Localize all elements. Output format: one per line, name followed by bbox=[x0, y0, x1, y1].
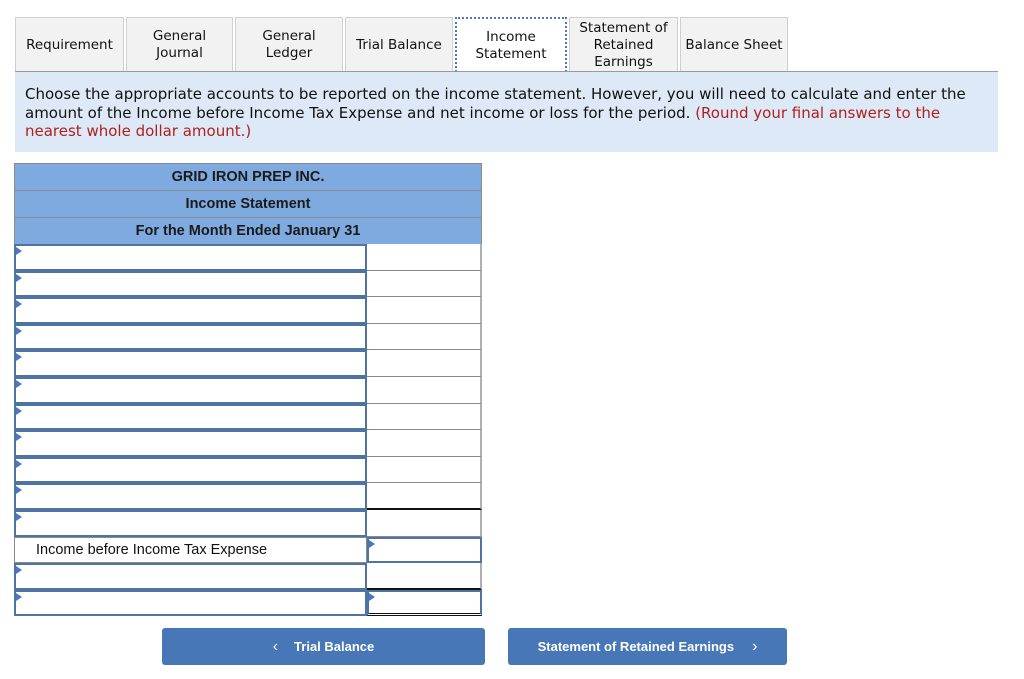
account-row bbox=[14, 509, 482, 537]
account-row bbox=[14, 376, 482, 404]
account-select[interactable] bbox=[14, 403, 367, 431]
account-rows-after bbox=[14, 563, 482, 617]
account-select[interactable] bbox=[14, 563, 367, 590]
dropdown-flag-icon bbox=[16, 273, 22, 282]
dropdown-flag-icon bbox=[16, 300, 22, 309]
next-button-label: Statement of Retained Earnings bbox=[537, 639, 735, 654]
account-select[interactable] bbox=[14, 297, 367, 324]
account-row bbox=[14, 270, 482, 298]
tab-label: Trial Balance bbox=[356, 36, 442, 53]
prev-button-label: Trial Balance bbox=[294, 639, 375, 654]
amount-input[interactable] bbox=[367, 350, 482, 377]
account-row bbox=[14, 483, 482, 510]
account-row bbox=[14, 323, 482, 351]
dropdown-flag-icon bbox=[369, 539, 375, 548]
dropdown-flag-icon bbox=[16, 247, 22, 255]
account-select[interactable] bbox=[14, 589, 367, 617]
amount-input[interactable] bbox=[367, 589, 482, 617]
dropdown-flag-icon bbox=[16, 592, 22, 601]
amount-input[interactable] bbox=[367, 483, 482, 510]
account-select[interactable] bbox=[14, 483, 367, 510]
amount-input[interactable] bbox=[367, 403, 482, 431]
dropdown-flag-icon bbox=[16, 326, 22, 335]
tab-statement-of-retained-earnings[interactable]: Statement of Retained Earnings bbox=[569, 17, 678, 72]
account-select[interactable] bbox=[14, 430, 367, 457]
account-row bbox=[14, 350, 482, 377]
dropdown-flag-icon bbox=[16, 512, 22, 521]
account-row bbox=[14, 563, 482, 590]
tab-label: Balance Sheet bbox=[685, 36, 783, 53]
tab-label: Requirement bbox=[26, 36, 113, 53]
chevron-right-icon: › bbox=[752, 637, 758, 655]
company-name: GRID IRON PREP INC. bbox=[14, 163, 482, 190]
tab-general-ledger[interactable]: General Ledger bbox=[235, 17, 343, 72]
account-row bbox=[14, 430, 482, 457]
instructions-panel: Choose the appropriate accounts to be re… bbox=[15, 72, 998, 152]
amount-input[interactable] bbox=[367, 456, 482, 484]
amount-input[interactable] bbox=[367, 430, 482, 457]
amount-input[interactable] bbox=[367, 509, 482, 537]
account-row bbox=[14, 403, 482, 431]
next-retained-earnings-button[interactable]: Statement of Retained Earnings › bbox=[508, 628, 787, 665]
account-select[interactable] bbox=[14, 376, 367, 404]
subtotal-row: Income before Income Tax Expense bbox=[14, 536, 482, 564]
income-statement-form: GRID IRON PREP INC. Income Statement For… bbox=[14, 163, 482, 617]
statement-period: For the Month Ended January 31 bbox=[14, 217, 482, 244]
account-select[interactable] bbox=[14, 456, 367, 484]
account-row bbox=[14, 589, 482, 617]
subtotal-label: Income before Income Tax Expense bbox=[14, 536, 367, 564]
dropdown-flag-icon bbox=[16, 406, 22, 415]
tab-label: General Ledger bbox=[262, 28, 316, 61]
account-row bbox=[14, 456, 482, 484]
dropdown-flag-icon bbox=[16, 486, 22, 495]
amount-input[interactable] bbox=[367, 270, 482, 298]
account-select[interactable] bbox=[14, 323, 367, 351]
amount-input[interactable] bbox=[367, 563, 482, 590]
tab-requirement[interactable]: Requirement bbox=[15, 17, 124, 72]
prev-trial-balance-button[interactable]: ‹ Trial Balance bbox=[162, 628, 485, 665]
tab-label: Statement of Retained Earnings bbox=[579, 19, 668, 70]
account-select[interactable] bbox=[14, 270, 367, 298]
account-row bbox=[14, 297, 482, 324]
tab-general-journal[interactable]: General Journal bbox=[126, 17, 233, 72]
tab-label: Income Statement bbox=[475, 28, 547, 62]
tab-balance-sheet[interactable]: Balance Sheet bbox=[680, 17, 788, 72]
account-select[interactable] bbox=[14, 350, 367, 377]
amount-input[interactable] bbox=[367, 323, 482, 351]
dropdown-flag-icon bbox=[16, 433, 22, 442]
account-select[interactable] bbox=[14, 509, 367, 537]
dropdown-flag-icon bbox=[369, 592, 375, 601]
dropdown-flag-icon bbox=[16, 459, 22, 468]
amount-input[interactable] bbox=[367, 376, 482, 404]
dropdown-flag-icon bbox=[16, 379, 22, 388]
account-row bbox=[14, 244, 482, 271]
dropdown-flag-icon bbox=[16, 566, 22, 575]
tab-income-statement[interactable]: Income Statement bbox=[455, 17, 567, 72]
dropdown-flag-icon bbox=[16, 353, 22, 362]
chevron-left-icon: ‹ bbox=[272, 637, 279, 655]
subtotal-amount-input[interactable] bbox=[367, 536, 482, 564]
tab-bar: Requirement General Journal General Ledg… bbox=[15, 17, 790, 72]
amount-input[interactable] bbox=[367, 297, 482, 324]
account-rows bbox=[14, 244, 482, 537]
amount-input[interactable] bbox=[367, 244, 482, 271]
account-select[interactable] bbox=[14, 244, 367, 271]
statement-title: Income Statement bbox=[14, 190, 482, 217]
tab-trial-balance[interactable]: Trial Balance bbox=[345, 17, 453, 72]
tab-label: General Journal bbox=[152, 28, 207, 61]
